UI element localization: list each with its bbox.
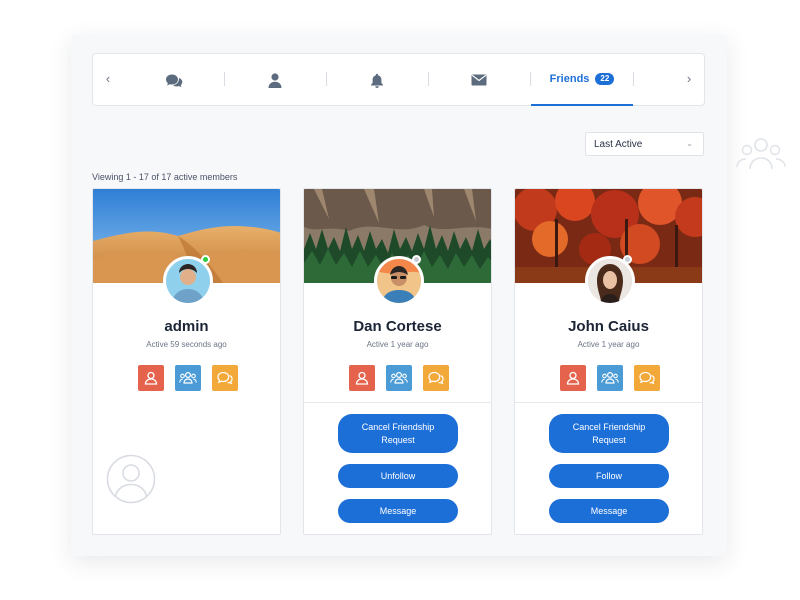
member-last-active: Active 59 seconds ago bbox=[146, 340, 227, 349]
tab-profile[interactable] bbox=[224, 54, 326, 106]
member-last-active: Active 1 year ago bbox=[577, 340, 640, 349]
tab-friends-label: Friends bbox=[549, 73, 590, 85]
chat-icon bbox=[166, 74, 183, 87]
chevron-down-icon: ⌄ bbox=[686, 139, 693, 148]
sort-selected-value: Last Active bbox=[594, 139, 643, 150]
member-action-icons bbox=[138, 365, 238, 391]
online-status-dot bbox=[201, 255, 210, 264]
tab-messages[interactable] bbox=[123, 54, 225, 106]
friends-count-badge: 22 bbox=[595, 73, 615, 85]
member-last-active: Active 1 year ago bbox=[366, 340, 429, 349]
profile-tab-bar: ‹ Friends 22 › bbox=[92, 53, 705, 106]
member-card: Dan Cortese Active 1 year ago Cancel Fri… bbox=[303, 188, 492, 535]
cancel-friendship-request-button[interactable]: Cancel Friendship Request bbox=[338, 414, 458, 453]
chat-icon-button[interactable] bbox=[212, 365, 238, 391]
member-name[interactable]: John Caius bbox=[515, 318, 702, 335]
group-icon bbox=[390, 371, 408, 384]
member-name[interactable]: Dan Cortese bbox=[304, 318, 491, 335]
chat-bubbles-icon bbox=[639, 371, 655, 385]
groups-icon-button[interactable] bbox=[175, 365, 201, 391]
member-name[interactable]: admin bbox=[93, 318, 280, 335]
profile-icon-button[interactable] bbox=[138, 365, 164, 391]
user-outline-icon bbox=[566, 371, 580, 385]
group-icon bbox=[179, 371, 197, 384]
tab-friends[interactable]: Friends 22 bbox=[531, 54, 633, 106]
groups-icon-button[interactable] bbox=[386, 365, 412, 391]
profile-icon-button[interactable] bbox=[349, 365, 375, 391]
tab-next-arrow[interactable]: › bbox=[682, 71, 696, 87]
tab-divider bbox=[633, 72, 634, 86]
chat-icon-button[interactable] bbox=[634, 365, 660, 391]
tab-inbox[interactable] bbox=[428, 54, 530, 106]
user-outline-icon bbox=[144, 371, 158, 385]
user-icon bbox=[268, 72, 282, 88]
people-group-icon bbox=[735, 136, 787, 179]
tab-notifications[interactable] bbox=[326, 54, 428, 106]
card-divider bbox=[515, 402, 702, 403]
profile-icon-button[interactable] bbox=[560, 365, 586, 391]
members-panel: ‹ Friends 22 › Last Active ⌄ Viewing 1 -… bbox=[71, 35, 727, 556]
member-action-icons bbox=[560, 365, 660, 391]
member-card: John Caius Active 1 year ago Cancel Frie… bbox=[514, 188, 703, 535]
default-avatar-icon bbox=[106, 454, 156, 509]
follow-button[interactable]: Follow bbox=[549, 464, 669, 488]
unfollow-button[interactable]: Unfollow bbox=[338, 464, 458, 488]
chat-icon-button[interactable] bbox=[423, 365, 449, 391]
sort-dropdown[interactable]: Last Active ⌄ bbox=[585, 132, 704, 156]
user-outline-icon bbox=[355, 371, 369, 385]
groups-icon-button[interactable] bbox=[597, 365, 623, 391]
chat-bubbles-icon bbox=[428, 371, 444, 385]
envelope-icon bbox=[471, 74, 487, 86]
message-button[interactable]: Message bbox=[549, 499, 669, 523]
card-divider bbox=[304, 402, 491, 403]
tab-prev-arrow[interactable]: ‹ bbox=[101, 71, 115, 87]
chat-bubbles-icon bbox=[217, 371, 233, 385]
offline-status-dot bbox=[623, 255, 632, 264]
members-count-text: Viewing 1 - 17 of 17 active members bbox=[92, 172, 238, 182]
member-action-icons bbox=[349, 365, 449, 391]
bell-icon bbox=[371, 73, 383, 88]
cancel-friendship-request-button[interactable]: Cancel Friendship Request bbox=[549, 414, 669, 453]
member-card: admin Active 59 seconds ago bbox=[92, 188, 281, 535]
message-button[interactable]: Message bbox=[338, 499, 458, 523]
offline-status-dot bbox=[412, 255, 421, 264]
group-icon bbox=[601, 371, 619, 384]
